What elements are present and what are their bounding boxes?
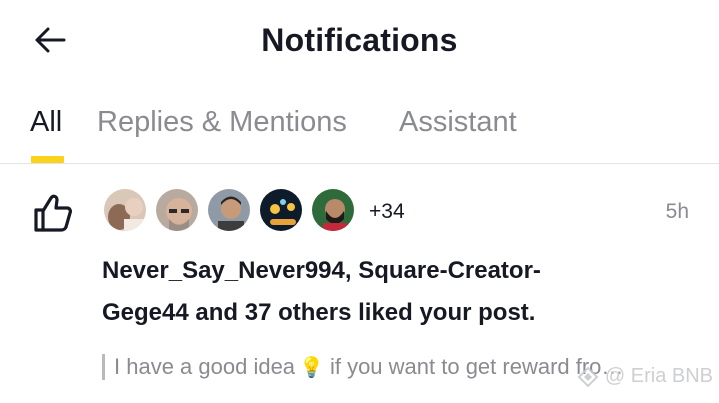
watermark: @ Eria BNB [577, 365, 713, 388]
avatar[interactable] [206, 187, 252, 233]
tab-bar: All Replies & Mentions Assistant [0, 98, 719, 164]
tab-all[interactable]: All [30, 98, 62, 146]
avatar[interactable] [102, 187, 148, 233]
avatar[interactable] [154, 187, 200, 233]
avatar[interactable] [310, 187, 356, 233]
notification-message: Never_Say_Never994, Square-Creator-Gege4… [102, 257, 541, 326]
post-preview-text: I have a good idea 💡 if you want to get re… [114, 354, 624, 379]
timestamp: 5h [665, 200, 689, 223]
more-likers-count[interactable]: +34 [369, 200, 405, 224]
active-tab-indicator [31, 156, 64, 163]
lightbulb-icon: 💡 [299, 357, 324, 379]
quote-bar [102, 354, 105, 380]
liker-avatars[interactable] [102, 187, 362, 235]
thumbs-up-icon [34, 194, 72, 232]
binance-square-logo-icon [577, 366, 599, 387]
watermark-text: @ Eria BNB [604, 365, 713, 387]
header: Notifications [0, 0, 719, 78]
tab-replies-mentions[interactable]: Replies & Mentions [97, 98, 347, 146]
tab-assistant[interactable]: Assistant [399, 98, 517, 146]
avatar[interactable] [258, 187, 304, 233]
page-title: Notifications [261, 22, 458, 58]
